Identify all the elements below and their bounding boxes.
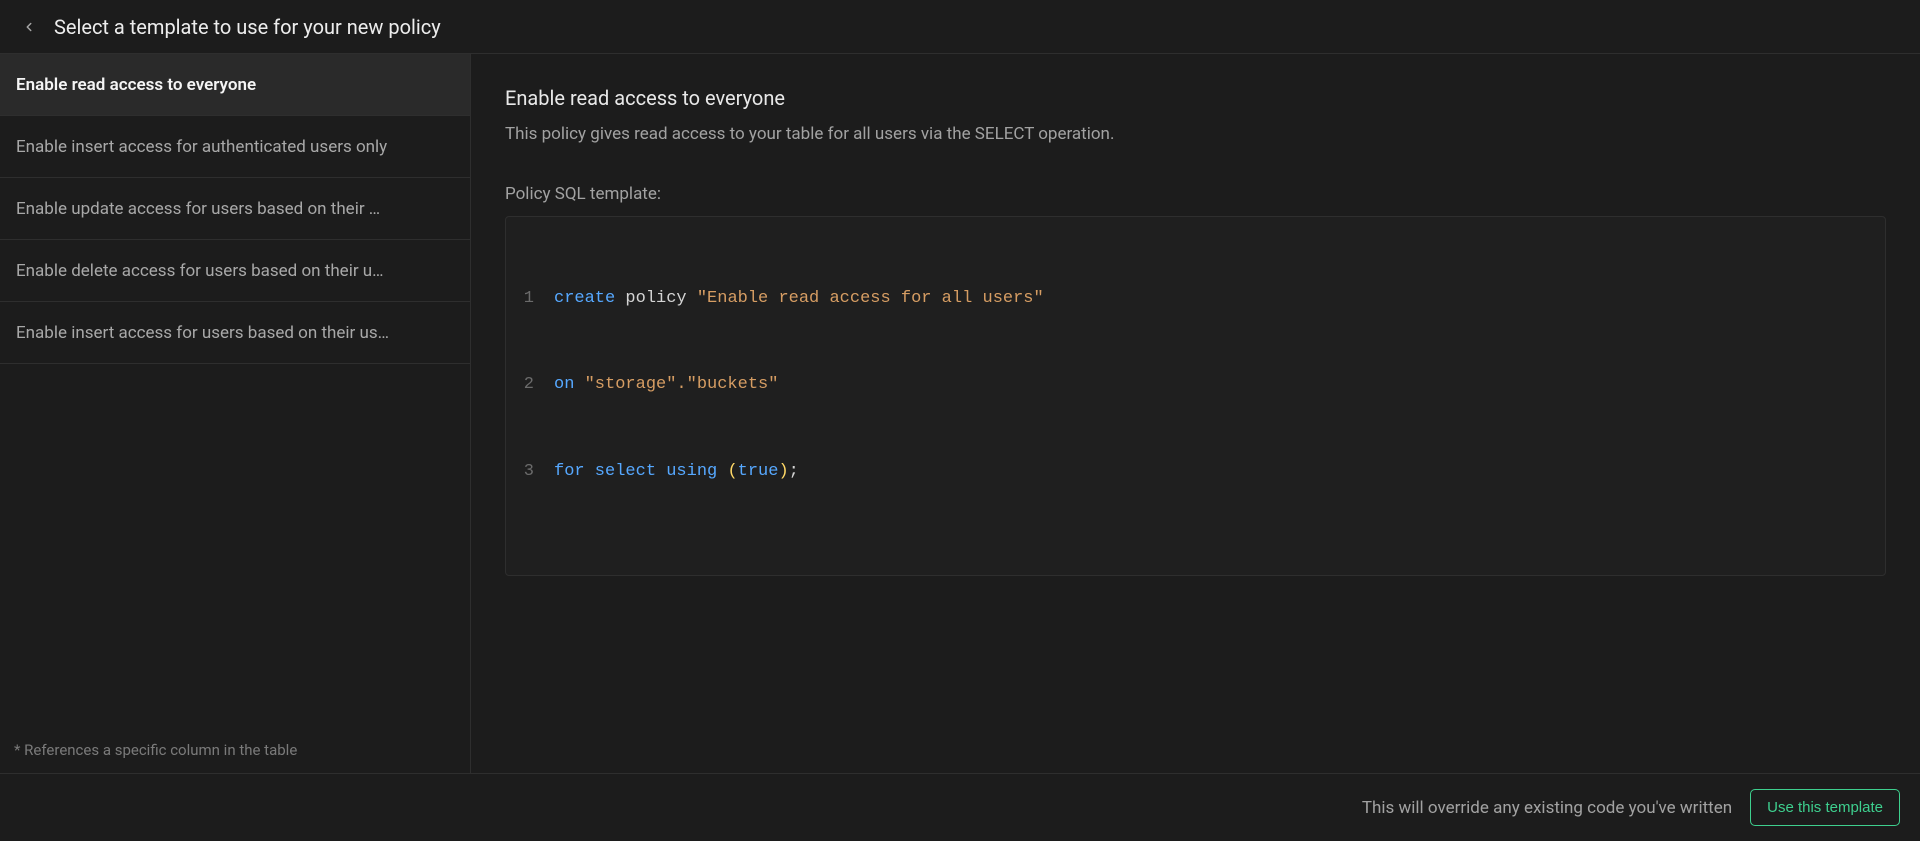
code-text: policy <box>615 289 697 308</box>
semicolon: ; <box>789 462 799 481</box>
template-item-label: Enable insert access for authenticated u… <box>16 137 387 157</box>
template-item-delete-user[interactable]: Enable delete access for users based on … <box>0 240 470 302</box>
code-content: on "storage"."buckets" <box>554 371 1885 400</box>
template-item-label: Enable delete access for users based on … <box>16 261 384 281</box>
paren-open: ( <box>727 462 737 481</box>
template-item-label: Enable read access to everyone <box>16 75 256 95</box>
keyword-for: for <box>554 462 585 481</box>
code-text <box>574 375 584 394</box>
line-number: 2 <box>506 371 554 400</box>
keyword-using: using <box>666 462 727 481</box>
keyword-select: select <box>585 462 667 481</box>
template-item-update-user[interactable]: Enable update access for users based on … <box>0 178 470 240</box>
body: Enable read access to everyone Enable in… <box>0 54 1920 773</box>
use-template-button[interactable]: Use this template <box>1750 789 1900 826</box>
code-block: 1 create policy "Enable read access for … <box>505 216 1886 576</box>
template-item-insert-user[interactable]: Enable insert access for users based on … <box>0 302 470 364</box>
template-item-insert-auth[interactable]: Enable insert access for authenticated u… <box>0 116 470 178</box>
template-item-label: Enable update access for users based on … <box>16 199 380 219</box>
code-line: 2 on "storage"."buckets" <box>506 371 1885 400</box>
template-item-read-everyone[interactable]: Enable read access to everyone <box>0 54 470 116</box>
paren-close: ) <box>778 462 788 481</box>
detail-title: Enable read access to everyone <box>505 86 1886 110</box>
code-content: for select using (true); <box>554 458 1885 487</box>
override-warning: This will override any existing code you… <box>1362 798 1732 818</box>
detail-description: This policy gives read access to your ta… <box>505 124 1886 144</box>
line-number: 3 <box>506 458 554 487</box>
footer: This will override any existing code you… <box>0 773 1920 841</box>
code-content: create policy "Enable read access for al… <box>554 285 1885 314</box>
chevron-left-icon <box>22 20 36 34</box>
code-line: 1 create policy "Enable read access for … <box>506 285 1885 314</box>
header: Select a template to use for your new po… <box>0 0 1920 54</box>
keyword-on: on <box>554 375 574 394</box>
template-list: Enable read access to everyone Enable in… <box>0 54 470 729</box>
code-string: "storage"."buckets" <box>585 375 779 394</box>
sidebar-footnote: * References a specific column in the ta… <box>0 729 470 773</box>
line-number: 1 <box>506 285 554 314</box>
sql-template-label: Policy SQL template: <box>505 184 1886 204</box>
bool-true: true <box>738 462 779 481</box>
main: Enable read access to everyone This poli… <box>471 54 1920 773</box>
page-title: Select a template to use for your new po… <box>54 15 441 39</box>
template-item-label: Enable insert access for users based on … <box>16 323 389 343</box>
code-line: 3 for select using (true); <box>506 458 1885 487</box>
keyword-create: create <box>554 289 615 308</box>
back-button[interactable] <box>20 18 38 36</box>
code-string: "Enable read access for all users" <box>697 289 1044 308</box>
sidebar: Enable read access to everyone Enable in… <box>0 54 471 773</box>
